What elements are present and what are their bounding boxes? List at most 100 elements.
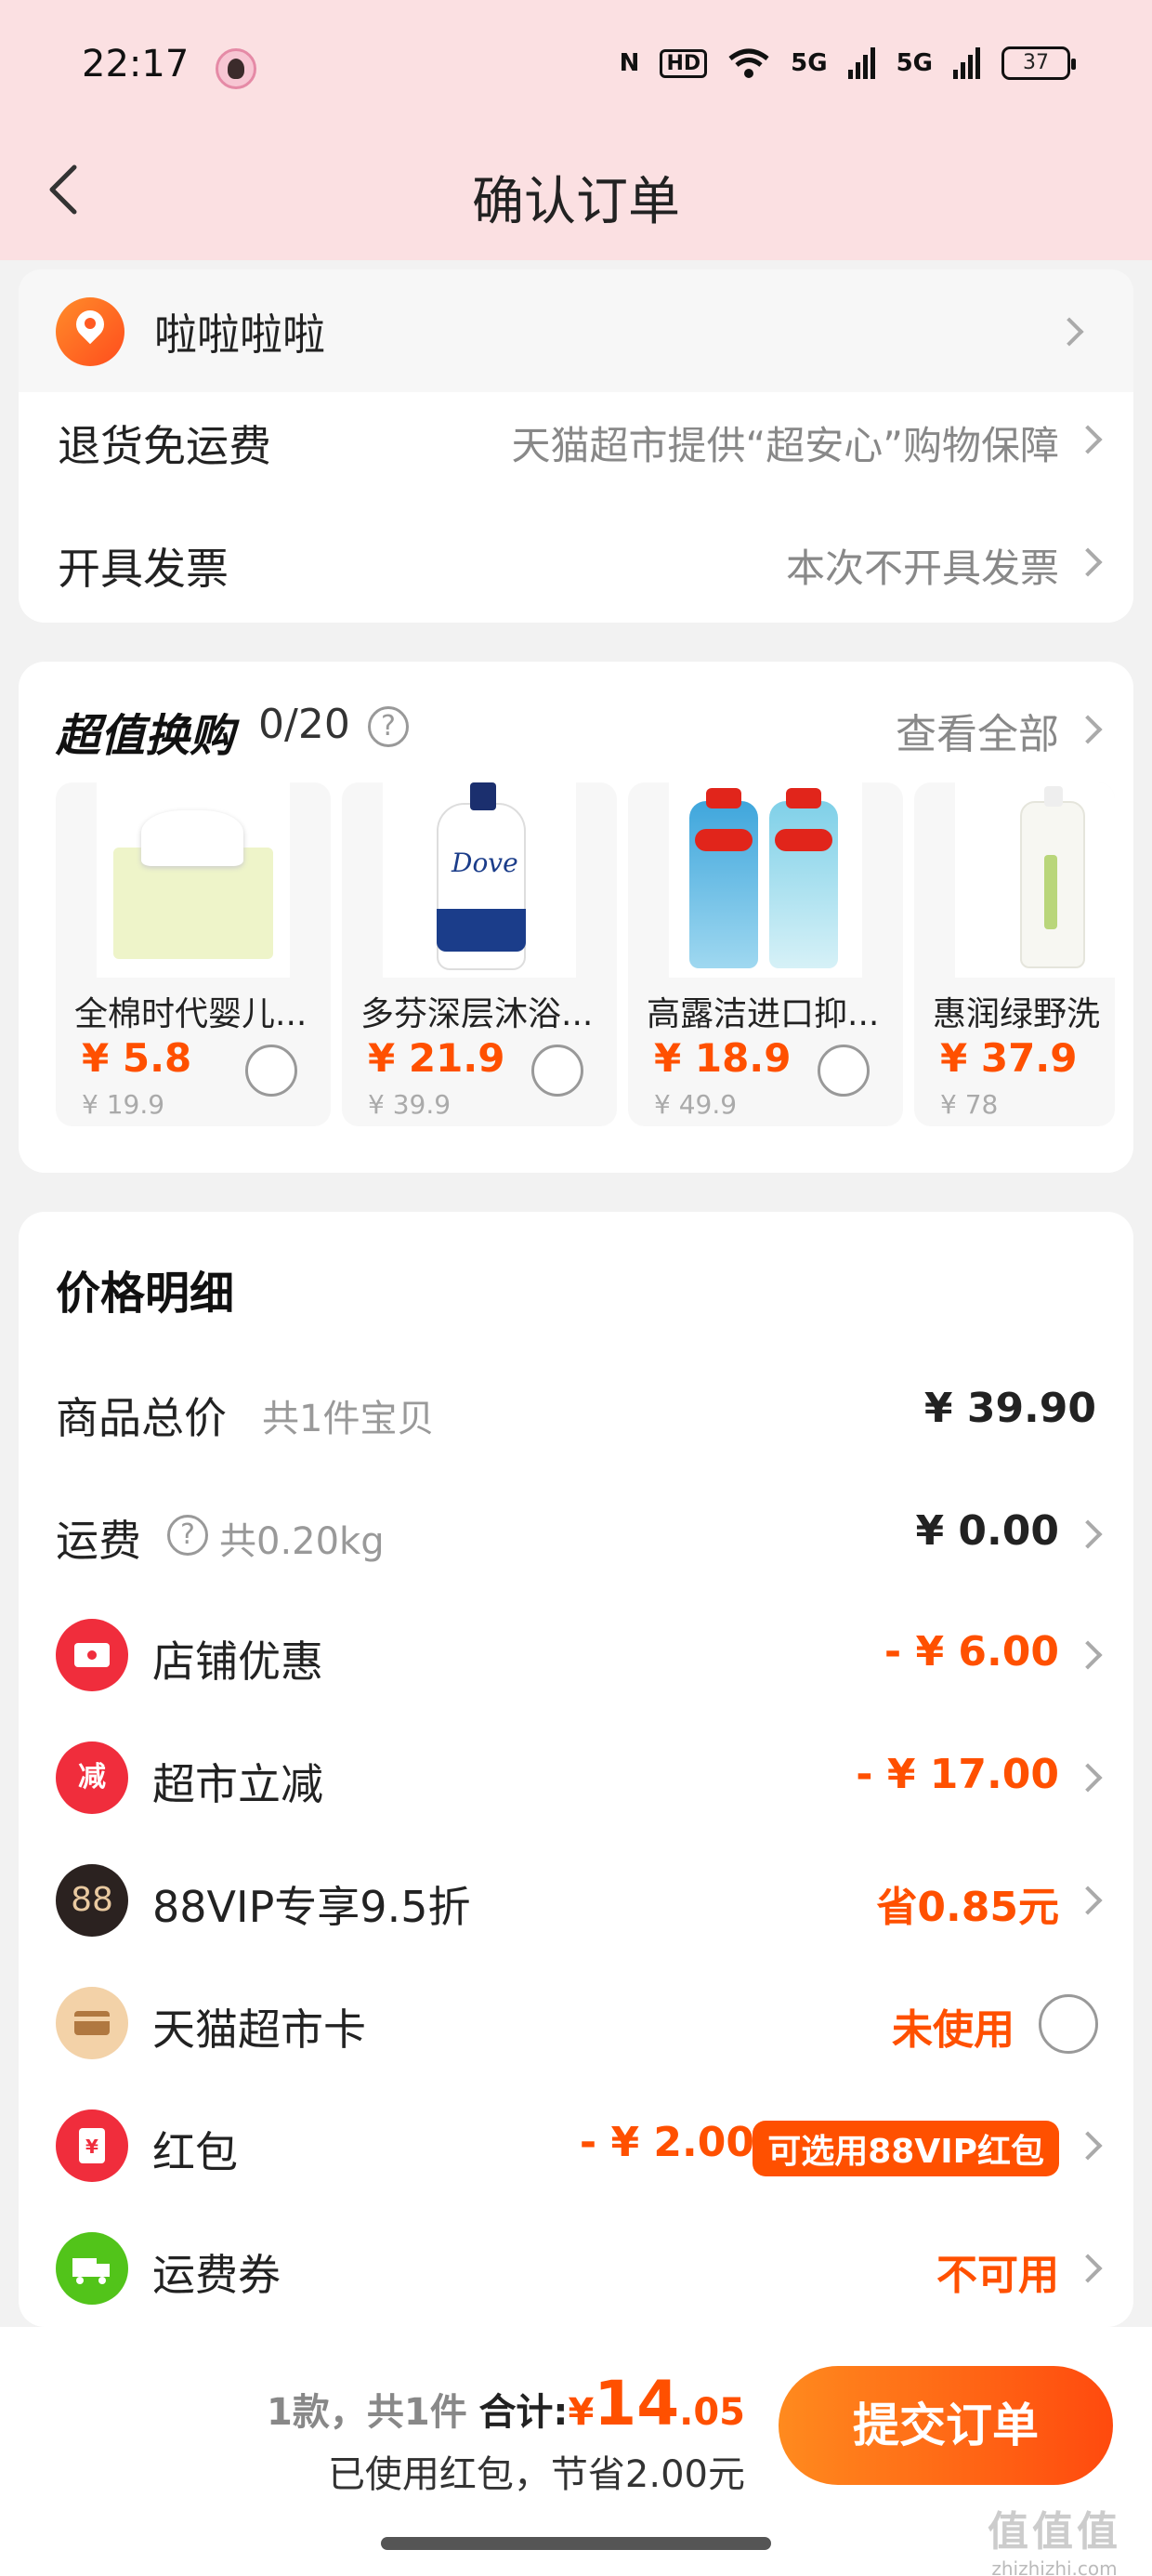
svg-text:¥: ¥ bbox=[85, 2136, 98, 2158]
chevron-right-icon bbox=[1073, 425, 1103, 454]
total-label: 合计: bbox=[478, 2391, 569, 2434]
signal-bars-icon bbox=[847, 47, 875, 79]
price-detail-card: 价格明细 商品总价 共1件宝贝 ¥ 39.90 运费 ? 共0.20kg ¥ 0… bbox=[19, 1212, 1133, 2327]
product-image bbox=[669, 782, 862, 978]
address-row[interactable]: 啦啦啦啦 bbox=[19, 269, 1133, 392]
location-pin-icon bbox=[56, 297, 124, 366]
exchange-card: 超值换购 0/20 ? 查看全部 全棉时代婴儿... ¥ 5.8 ¥ 19.9 … bbox=[19, 662, 1133, 1173]
return-shipping-label: 退货免运费 bbox=[58, 421, 271, 471]
exchange-product[interactable]: Dove 多芬深层沐浴... ¥ 21.9 ¥ 39.9 bbox=[342, 782, 617, 1126]
exchange-product[interactable]: 惠润绿野洗 ¥ 37.9 ¥ 78 bbox=[914, 782, 1115, 1126]
product-name: 全棉时代婴儿... bbox=[74, 995, 308, 1033]
chevron-right-icon bbox=[1073, 1519, 1103, 1549]
product-original-price: ¥ 49.9 bbox=[654, 1089, 738, 1120]
vip-value: 省0.85元 bbox=[876, 1884, 1059, 1931]
red-packet-value: - ¥ 2.00 bbox=[579, 2119, 754, 2166]
items-total-sub: 共1件宝贝 bbox=[262, 1398, 435, 1440]
vip-red-packet-badge[interactable]: 可选用88VIP红包 bbox=[753, 2121, 1059, 2176]
nfc-icon: N bbox=[619, 49, 640, 77]
items-total-value: ¥ 39.90 bbox=[923, 1385, 1096, 1432]
product-original-price: ¥ 78 bbox=[940, 1089, 999, 1120]
chevron-right-icon bbox=[1073, 2254, 1103, 2283]
items-total-label: 商品总价 bbox=[56, 1393, 227, 1443]
chevron-right-icon bbox=[1073, 2131, 1103, 2161]
submit-order-button[interactable]: 提交订单 bbox=[779, 2366, 1113, 2485]
select-radio[interactable] bbox=[245, 1045, 297, 1097]
chevron-right-icon bbox=[1054, 317, 1084, 347]
store-discount-value: - ¥ 6.00 bbox=[884, 1628, 1059, 1676]
shampoo-bottle-image bbox=[1020, 786, 1085, 968]
mouthwash-bottle-image-2 bbox=[769, 788, 838, 968]
home-indicator[interactable] bbox=[381, 2537, 771, 2550]
chevron-right-icon bbox=[1073, 547, 1103, 577]
dove-bottle-image: Dove bbox=[437, 782, 526, 970]
shipping-label: 运费 bbox=[56, 1516, 141, 1566]
total-decimal: .05 bbox=[679, 2391, 745, 2434]
select-radio[interactable] bbox=[818, 1045, 870, 1097]
wifi-icon bbox=[728, 48, 769, 78]
total-integer: 14 bbox=[594, 2368, 680, 2439]
status-icons: N HD 5G 5G 37 bbox=[619, 46, 1076, 80]
shampoo-label bbox=[1044, 855, 1057, 929]
dove-logo: Dove bbox=[452, 848, 518, 878]
watermark: 值值值 zhizhizhi.com bbox=[975, 2498, 1133, 2576]
order-summary: 1款，共1件 合计:¥14.05 bbox=[267, 2368, 745, 2439]
vip-88-icon: 88 bbox=[56, 1864, 128, 1937]
item-count: 1款，共1件 bbox=[267, 2391, 467, 2434]
currency-symbol: ¥ bbox=[568, 2391, 595, 2434]
savings-text: 已使用红包，节省2.00元 bbox=[327, 2453, 745, 2496]
product-image bbox=[97, 782, 290, 978]
exchange-product[interactable]: 全棉时代婴儿... ¥ 5.8 ¥ 19.9 bbox=[56, 782, 331, 1126]
shipping-coupon-label: 运费券 bbox=[152, 2250, 281, 2300]
tmall-card-value: 未使用 bbox=[892, 2006, 1015, 2054]
mouthwash-label bbox=[775, 829, 832, 851]
watermark-logo: 值值值 bbox=[988, 2508, 1121, 2556]
product-price: ¥ 37.9 bbox=[940, 1035, 1078, 1081]
product-image bbox=[955, 782, 1115, 978]
page-title: 确认订单 bbox=[472, 172, 680, 232]
product-price: ¥ 5.8 bbox=[82, 1035, 192, 1081]
reduce-icon: 减 bbox=[56, 1741, 128, 1814]
invoice-label: 开具发票 bbox=[58, 544, 229, 594]
shipping-value: ¥ 0.00 bbox=[915, 1507, 1060, 1555]
product-name: 高露洁进口抑... bbox=[647, 995, 880, 1033]
order-info-card: 退货免运费 天猫超市提供“超安心”购物保障 开具发票 本次不开具发票 bbox=[19, 392, 1133, 623]
mouthwash-bottle-image bbox=[689, 788, 758, 968]
product-original-price: ¥ 19.9 bbox=[82, 1089, 165, 1120]
select-radio[interactable] bbox=[531, 1045, 583, 1097]
view-all-link[interactable]: 查看全部 bbox=[896, 701, 1059, 760]
exchange-product[interactable]: 高露洁进口抑... ¥ 18.9 ¥ 49.9 bbox=[628, 782, 903, 1126]
battery-icon: 37 bbox=[1001, 46, 1076, 80]
tmall-card-radio[interactable] bbox=[1039, 1994, 1098, 2054]
store-discount-label: 店铺优惠 bbox=[152, 1636, 323, 1687]
tmall-card-label: 天猫超市卡 bbox=[152, 2004, 366, 2055]
mouthwash-label bbox=[695, 829, 753, 851]
product-image: Dove bbox=[383, 782, 576, 978]
vip-label: 88VIP专享9.5折 bbox=[152, 1882, 471, 1932]
red-packet-icon: ¥ bbox=[56, 2109, 128, 2182]
avatar-icon bbox=[216, 48, 256, 89]
card-icon bbox=[56, 1987, 128, 2059]
help-icon[interactable]: ? bbox=[368, 706, 409, 747]
invoice-value: 本次不开具发票 bbox=[785, 545, 1059, 591]
market-reduce-value: - ¥ 17.00 bbox=[856, 1751, 1059, 1798]
product-price: ¥ 18.9 bbox=[654, 1035, 792, 1081]
product-name: 多芬深层沐浴... bbox=[360, 995, 594, 1033]
tissue-box-image bbox=[113, 810, 273, 959]
help-icon[interactable]: ? bbox=[167, 1515, 208, 1556]
address-text: 啦啦啦啦 bbox=[154, 309, 325, 360]
status-time: 22:17 bbox=[82, 43, 190, 85]
signal-5g-icon-2: 5G bbox=[896, 49, 933, 77]
dove-band bbox=[437, 909, 526, 952]
exchange-title: 超值换购 bbox=[56, 710, 235, 762]
exchange-count: 0/20 bbox=[258, 701, 350, 748]
market-reduce-label: 超市立减 bbox=[152, 1759, 323, 1809]
chevron-right-icon bbox=[1073, 1640, 1103, 1670]
product-name: 惠润绿野洗 bbox=[933, 995, 1101, 1033]
price-detail-title: 价格明细 bbox=[56, 1268, 235, 1320]
return-shipping-value: 天猫超市提供“超安心”购物保障 bbox=[511, 423, 1059, 468]
signal-bars-icon-2 bbox=[953, 47, 980, 79]
signal-5g-icon: 5G bbox=[791, 49, 828, 77]
nav-bar: 确认订单 bbox=[0, 121, 1152, 260]
chevron-right-icon bbox=[1073, 1886, 1103, 1915]
